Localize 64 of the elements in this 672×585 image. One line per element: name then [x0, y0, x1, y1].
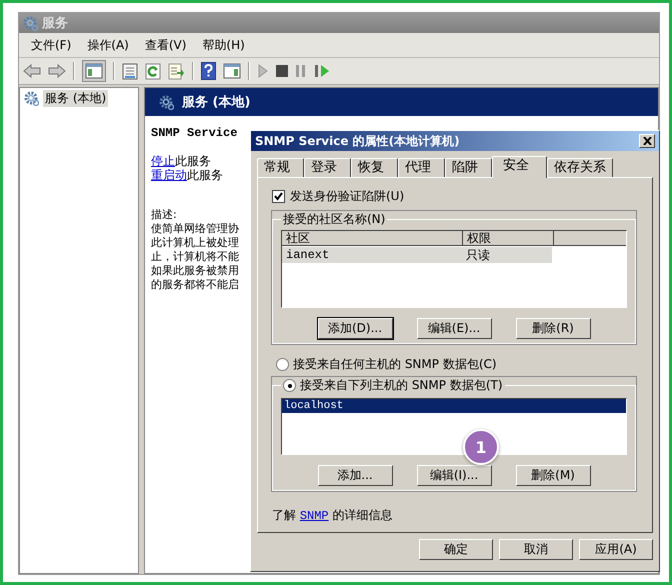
- description-text: 止，计算机将不能: [151, 250, 240, 264]
- dialog-button[interactable]: 删除(R): [516, 318, 590, 339]
- dialog-button[interactable]: 添加(D)...: [318, 318, 392, 339]
- info-text: 了解 SNMP 的详细信息: [272, 507, 394, 524]
- tab[interactable]: 安全: [492, 156, 547, 178]
- description-text: 此计算机上被处理: [151, 236, 240, 250]
- snmp-link[interactable]: SNMP: [300, 509, 329, 523]
- list-row[interactable]: ianext 只读: [282, 247, 552, 263]
- tab[interactable]: 代理: [398, 158, 445, 177]
- pane-title: 服务 (本地): [182, 94, 250, 111]
- tree-item[interactable]: 服务 (本地): [43, 90, 108, 107]
- tree-pane-icon[interactable]: [85, 63, 103, 79]
- description-text: 如果此服务被禁用: [151, 264, 240, 278]
- tab[interactable]: 常规: [257, 158, 304, 177]
- refresh-icon[interactable]: [145, 62, 161, 80]
- radio-button[interactable]: [283, 379, 296, 392]
- action-link[interactable]: 停止: [151, 154, 175, 168]
- dialog-button[interactable]: 编辑(I)...: [416, 465, 492, 486]
- forward-arrow-icon[interactable]: [48, 63, 66, 79]
- checkbox-label: 发送身份验证陷阱(U): [290, 188, 404, 205]
- dialog-button[interactable]: 删除(M): [516, 465, 590, 486]
- dialog-button[interactable]: 确定: [419, 539, 493, 560]
- description-text: 使简单网络管理协: [151, 222, 240, 236]
- column-header[interactable]: 社区: [282, 231, 463, 246]
- tab[interactable]: 依存关系: [547, 158, 613, 177]
- gears-icon: [24, 91, 39, 106]
- gears-icon: [23, 16, 38, 30]
- service-name: SNMP Service: [151, 126, 238, 140]
- window-title: 服务: [42, 15, 68, 32]
- back-arrow-icon[interactable]: [23, 63, 41, 79]
- resume-icon[interactable]: [314, 64, 330, 78]
- close-button[interactable]: [639, 134, 655, 148]
- list-item[interactable]: localhost: [282, 399, 626, 413]
- checkbox[interactable]: [272, 190, 285, 203]
- export-list-icon[interactable]: [168, 62, 185, 80]
- menu-item[interactable]: 文件(F): [23, 34, 80, 56]
- menu-item[interactable]: 帮助(H): [194, 34, 253, 56]
- table-cell-text: 只读: [465, 247, 491, 263]
- action-text: 停止此服务: [151, 154, 212, 168]
- action-text: 重启动此服务: [151, 168, 224, 182]
- check-icon: [274, 192, 283, 201]
- column-header[interactable]: 权限: [463, 231, 554, 246]
- radio-button[interactable]: [276, 358, 289, 371]
- dialog-button[interactable]: 取消: [499, 539, 573, 560]
- dialog-button[interactable]: 应用(A): [579, 539, 653, 560]
- dialog-button[interactable]: 添加...: [318, 465, 392, 486]
- radio-label: 接受来自下列主机的 SNMP 数据包(T): [300, 377, 503, 394]
- tab[interactable]: 恢复: [351, 158, 398, 177]
- action-link[interactable]: 重启动: [151, 168, 187, 182]
- table-cell-text: ianext: [285, 247, 330, 263]
- menu-item[interactable]: 查看(V): [136, 34, 194, 56]
- menu-item[interactable]: 操作(A): [79, 34, 137, 56]
- group-label: 接受的社区名称(N): [282, 211, 386, 228]
- close-icon: [642, 137, 652, 145]
- radio-label: 接受来自任何主机的 SNMP 数据包(C): [293, 356, 497, 373]
- help-icon[interactable]: [201, 62, 216, 80]
- list-page-icon[interactable]: [122, 62, 138, 80]
- gears-icon: [159, 94, 174, 110]
- tab[interactable]: 登录: [304, 158, 351, 177]
- dialog-title: SNMP Service 的属性(本地计算机): [255, 132, 460, 150]
- panel-view-icon[interactable]: [223, 63, 241, 79]
- dialog-button[interactable]: 编辑(E)...: [416, 318, 492, 339]
- description-text: 的服务都将不能启: [151, 278, 240, 292]
- description-label: 描述:: [151, 208, 178, 222]
